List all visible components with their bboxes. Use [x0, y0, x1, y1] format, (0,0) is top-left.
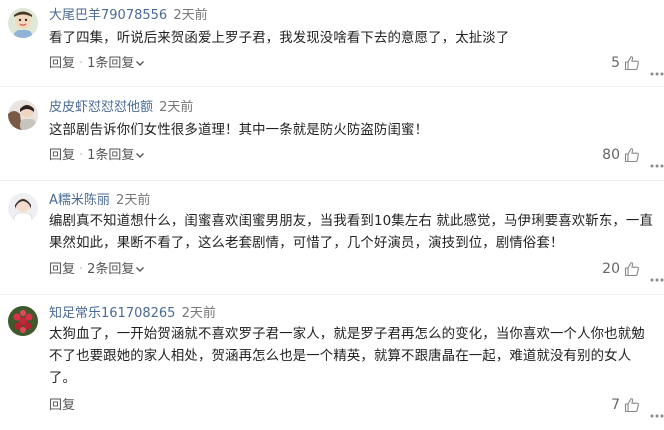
replies-count-label: 2条回复 — [87, 262, 135, 277]
chevron-down-icon — [136, 153, 145, 158]
more-dots-icon — [650, 414, 664, 418]
comment-text: 编剧真不知道想什么，闺蜜喜欢闺蜜男朋友，当我看到10集左右 就此感觉，马伊琍要喜… — [49, 214, 653, 251]
comment-actions: 回复 · 1条回复 — [49, 56, 145, 72]
divider — [0, 86, 664, 87]
timestamp: 2天前 — [159, 100, 194, 115]
replies-count-label: 1条回复 — [87, 56, 135, 71]
thumbs-up-icon — [624, 56, 639, 71]
comment-item: 知足常乐161708265 2天前 太狗血了，一开始贺涵就不喜欢罗子君一家人，就… — [0, 298, 664, 430]
thumbs-up-icon — [624, 262, 639, 277]
comment-actions: 回复 · 2条回复 — [49, 262, 145, 278]
reply-button[interactable]: 回复 — [49, 56, 75, 71]
separator: · — [79, 262, 84, 277]
comment-actions: 回复 · 1条回复 — [49, 148, 145, 164]
like-count: 80 — [602, 147, 620, 163]
comment-item: 大尾巴羊79078556 2天前 看了四集，听说后来贺函爱上罗子君，我发现没啥看… — [0, 0, 664, 87]
comment-header: 皮皮虾怼怼怼他额 2天前 — [49, 100, 193, 116]
thumbs-up-icon — [624, 398, 639, 413]
timestamp: 2天前 — [173, 8, 208, 23]
comment-text: 这部剧告诉你们女性很多道理！其中一条就是防火防盗防闺蜜！ — [49, 123, 429, 138]
avatar[interactable] — [8, 100, 38, 130]
like-button[interactable]: 5 — [611, 55, 640, 71]
comment-text: 太狗血了，一开始贺涵就不喜欢罗子君一家人，就是罗子君再怎么的变化，当你喜欢一个人… — [49, 327, 645, 386]
username[interactable]: 皮皮虾怼怼怼他额 — [49, 100, 153, 115]
view-replies-button[interactable]: 2条回复 — [87, 262, 145, 277]
reply-button[interactable]: 回复 — [49, 148, 75, 163]
comment-item: 皮皮虾怼怼怼他额 2天前 这部剧告诉你们女性很多道理！其中一条就是防火防盗防闺蜜… — [0, 92, 664, 182]
divider — [0, 180, 664, 181]
username[interactable]: 知足常乐161708265 — [49, 306, 175, 321]
thumbs-up-icon — [624, 148, 639, 163]
more-dots-icon — [650, 164, 664, 168]
replies-count-label: 1条回复 — [87, 148, 135, 163]
username[interactable]: 大尾巴羊79078556 — [49, 8, 167, 23]
chevron-down-icon — [136, 267, 145, 272]
like-button[interactable]: 80 — [602, 147, 640, 163]
timestamp: 2天前 — [116, 193, 151, 208]
view-replies-button[interactable]: 1条回复 — [87, 56, 145, 71]
more-dots-icon — [650, 72, 664, 76]
avatar[interactable] — [8, 8, 38, 38]
divider — [0, 294, 664, 295]
comment-header: 知足常乐161708265 2天前 — [49, 306, 216, 322]
reply-button[interactable]: 回复 — [49, 262, 75, 277]
avatar[interactable] — [8, 306, 38, 336]
like-button[interactable]: 7 — [611, 397, 640, 413]
chevron-down-icon — [136, 61, 145, 66]
comment-actions: 回复 — [49, 398, 75, 414]
separator: · — [79, 148, 84, 163]
like-button[interactable]: 20 — [602, 261, 640, 277]
comment-header: A糯米陈丽 2天前 — [49, 193, 150, 209]
like-count: 7 — [611, 397, 620, 413]
like-count: 5 — [611, 55, 620, 71]
view-replies-button[interactable]: 1条回复 — [87, 148, 145, 163]
username[interactable]: A糯米陈丽 — [49, 193, 110, 208]
more-dots-icon — [650, 278, 664, 282]
reply-button[interactable]: 回复 — [49, 398, 75, 413]
separator: · — [79, 56, 84, 71]
comment-text: 看了四集，听说后来贺函爱上罗子君，我发现没啥看下去的意愿了，太扯淡了 — [49, 31, 510, 46]
comment-item: A糯米陈丽 2天前 编剧真不知道想什么，闺蜜喜欢闺蜜男朋友，当我看到10集左右 … — [0, 185, 664, 295]
comment-header: 大尾巴羊79078556 2天前 — [49, 8, 208, 24]
more-options-button[interactable] — [650, 153, 664, 172]
avatar[interactable] — [8, 193, 38, 223]
like-count: 20 — [602, 261, 620, 277]
timestamp: 2天前 — [181, 306, 216, 321]
more-options-button[interactable] — [650, 403, 664, 422]
more-options-button[interactable] — [650, 61, 664, 80]
more-options-button[interactable] — [650, 267, 664, 286]
